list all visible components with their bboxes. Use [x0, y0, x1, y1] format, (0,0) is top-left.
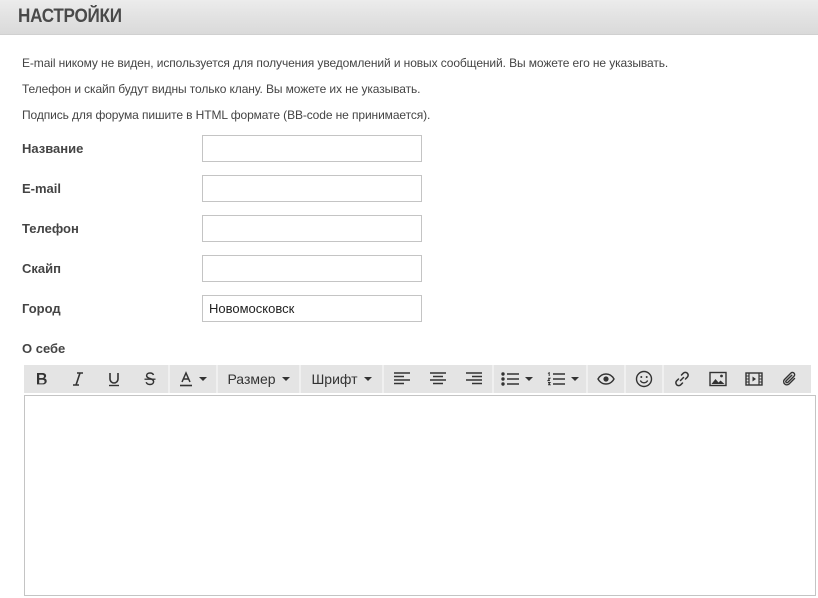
email-label: E-mail	[22, 181, 62, 196]
phone-input[interactable]	[202, 215, 422, 242]
chevron-down-icon	[525, 377, 533, 381]
skype-label: Скайп	[22, 261, 61, 276]
text-color-button[interactable]	[170, 365, 216, 393]
font-size-label: Размер	[227, 371, 276, 387]
signature-note: Подпись для форума пишите в HTML формате…	[22, 108, 431, 122]
bullet-list-icon	[501, 372, 519, 386]
preview-button[interactable]	[588, 365, 624, 393]
attach-icon	[783, 371, 796, 386]
font-size-group: Размер	[218, 365, 299, 393]
chevron-down-icon	[281, 377, 290, 381]
align-left-button[interactable]	[384, 365, 420, 393]
preview-group	[588, 365, 624, 393]
link-icon	[675, 371, 689, 387]
font-family-label: Шрифт	[311, 371, 358, 387]
image-icon	[709, 371, 727, 387]
attach-button[interactable]	[772, 365, 808, 393]
font-family-group: Шрифт	[301, 365, 382, 393]
phone-label: Телефон	[22, 221, 79, 236]
align-center-button[interactable]	[420, 365, 456, 393]
emoji-button[interactable]	[626, 365, 662, 393]
city-label: Город	[22, 301, 61, 316]
strikethrough-button[interactable]	[132, 365, 168, 393]
name-label: Название	[22, 141, 84, 156]
insert-group	[664, 365, 811, 393]
numbered-list-icon	[547, 372, 565, 386]
align-left-icon	[394, 372, 410, 385]
page-title: НАСТРОЙКИ	[18, 6, 122, 27]
align-right-button[interactable]	[456, 365, 492, 393]
skype-input[interactable]	[202, 255, 422, 282]
font-family-dropdown[interactable]: Шрифт	[301, 365, 382, 393]
video-button[interactable]	[736, 365, 772, 393]
chevron-down-icon	[199, 377, 207, 381]
strikethrough-icon	[144, 372, 156, 386]
preview-icon	[597, 373, 615, 385]
emoji-icon	[635, 370, 653, 388]
alignment-group	[384, 365, 492, 393]
numbered-list-button[interactable]	[540, 365, 586, 393]
underline-button[interactable]	[96, 365, 132, 393]
emoji-group	[626, 365, 662, 393]
link-button[interactable]	[664, 365, 700, 393]
image-button[interactable]	[700, 365, 736, 393]
list-group	[494, 365, 586, 393]
email-note: E-mail никому не виден, используется для…	[22, 56, 669, 70]
city-input[interactable]	[202, 295, 422, 322]
underline-icon	[109, 373, 119, 387]
email-input[interactable]	[202, 175, 422, 202]
chevron-down-icon	[363, 377, 372, 381]
bold-icon	[37, 373, 47, 385]
italic-button[interactable]	[60, 365, 96, 393]
about-editor[interactable]	[24, 395, 816, 596]
video-icon	[745, 372, 763, 386]
page-header: НАСТРОЙКИ	[0, 0, 818, 35]
bold-button[interactable]	[24, 365, 60, 393]
phone-note: Телефон и скайп будут видны только клану…	[22, 82, 421, 96]
align-right-icon	[466, 372, 482, 385]
align-center-icon	[430, 372, 446, 385]
italic-icon	[73, 372, 83, 386]
font-size-dropdown[interactable]: Размер	[218, 365, 299, 393]
text-style-group	[24, 365, 168, 393]
chevron-down-icon	[571, 377, 579, 381]
bullet-list-button[interactable]	[494, 365, 540, 393]
name-input[interactable]	[202, 135, 422, 162]
text-color-icon	[180, 371, 192, 387]
text-color-group	[170, 365, 216, 393]
about-label: О себе	[22, 341, 66, 356]
editor-toolbar: Размер Шрифт	[24, 365, 811, 393]
